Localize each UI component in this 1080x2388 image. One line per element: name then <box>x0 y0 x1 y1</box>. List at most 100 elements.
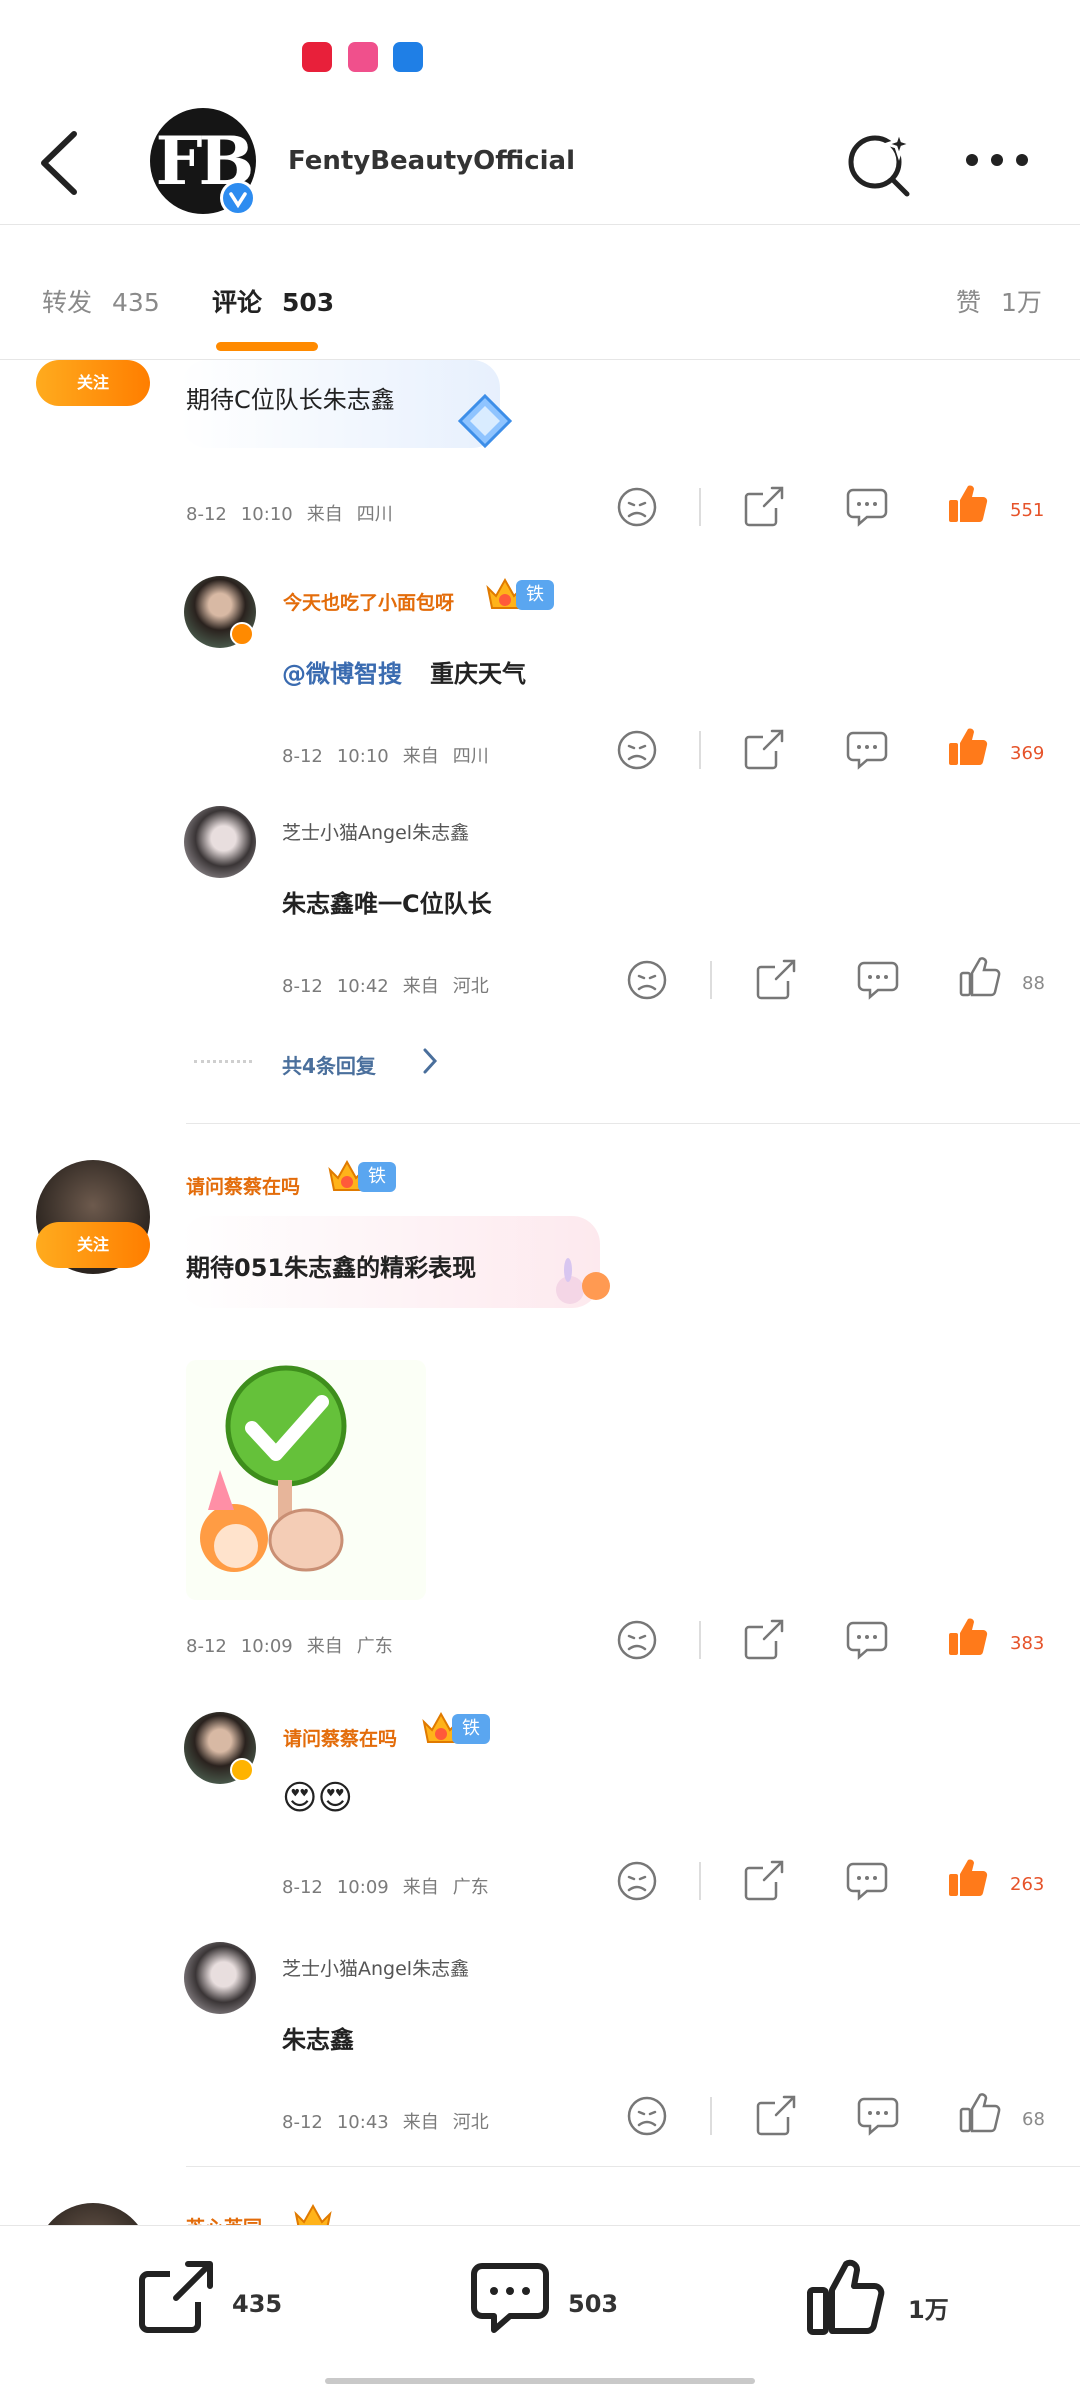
thumb-up-icon-active[interactable] <box>946 1856 990 1900</box>
fan-level-label: 铁粉5 <box>516 580 554 665</box>
comment-bubble-icon[interactable] <box>845 1858 889 1902</box>
tab-repost-label: 转发 <box>42 288 93 317</box>
reply-author-name[interactable]: 芝士小猫Angel朱志鑫 <box>282 1954 469 1981</box>
reply-author-name[interactable]: 请问蔡蔡在吗 <box>283 1724 397 1751</box>
dislike-face-icon[interactable] <box>616 1619 658 1661</box>
app-icon-red <box>302 42 332 72</box>
active-tab-indicator <box>216 342 318 351</box>
comment-bubble-icon[interactable] <box>856 2093 900 2137</box>
mention-link[interactable]: @微博智搜 <box>282 654 402 689</box>
comment-location: 广东 <box>356 1636 393 1657</box>
chevron-left-icon <box>41 131 77 195</box>
status-bar <box>0 0 1080 100</box>
comment-bubble-icon[interactable] <box>845 727 889 771</box>
sparkle-search-button[interactable] <box>845 126 917 198</box>
comment-from-label: 来自 <box>306 504 343 525</box>
reply-location: 河北 <box>452 976 489 997</box>
share-icon[interactable] <box>754 2093 798 2137</box>
action-separator <box>699 1621 701 1659</box>
reply-date: 8-12 <box>282 976 323 997</box>
comment-text: 期待C位队长朱志鑫 <box>186 386 395 414</box>
share-icon[interactable] <box>742 1617 786 1661</box>
comment-button[interactable]: 503 <box>470 2258 620 2348</box>
action-separator <box>699 488 701 526</box>
fox-rabbit-sticker-icon <box>556 1258 610 1304</box>
tab-comment[interactable]: 评论 503 <box>212 283 334 319</box>
like-button[interactable]: 1万 <box>806 2258 956 2348</box>
reply-time: 10:09 <box>336 1877 389 1898</box>
app-icon-blue <box>393 42 423 72</box>
avatar[interactable] <box>184 1942 256 2014</box>
comment-author-name[interactable]: 请问蔡蔡在吗 <box>186 1172 300 1199</box>
home-indicator[interactable] <box>325 2378 755 2384</box>
reply-text: 朱志鑫唯一C位队长 <box>282 890 492 918</box>
avatar[interactable] <box>184 806 256 878</box>
reply-text: 朱志鑫 <box>282 2026 354 2054</box>
comment-bubble-icon[interactable] <box>845 484 889 528</box>
action-separator <box>710 2097 712 2135</box>
dotted-separator <box>194 1060 252 1063</box>
reply-meta: 8-12 10:10 来自 四川 <box>282 742 503 768</box>
share-icon[interactable] <box>754 957 798 1001</box>
reply-date: 8-12 <box>282 2112 323 2133</box>
repost-button[interactable]: 435 <box>136 2258 282 2348</box>
bottom-action-bar: 435 503 1万 <box>0 2225 1080 2388</box>
dislike-face-icon[interactable] <box>626 2095 668 2137</box>
comment-divider <box>186 1123 1080 1124</box>
thumb-up-icon[interactable] <box>958 955 1002 999</box>
like-count: 88 <box>1022 973 1045 994</box>
share-icon[interactable] <box>742 1858 786 1902</box>
dislike-face-icon[interactable] <box>616 1860 658 1902</box>
reply-date: 8-12 <box>282 746 323 767</box>
comment-bubble-icon[interactable] <box>845 1617 889 1661</box>
dislike-face-icon[interactable] <box>616 729 658 771</box>
avatar[interactable] <box>36 2203 150 2225</box>
app-icon-pink <box>348 42 378 72</box>
back-button[interactable] <box>30 128 90 198</box>
tab-repost-count: 435 <box>112 288 160 317</box>
reply-date: 8-12 <box>282 1877 323 1898</box>
header: FB FentyBeautyOfficial <box>0 100 1080 225</box>
reply-author-name[interactable]: 芝士小猫Angel朱志鑫 <box>282 818 469 845</box>
tab-repost[interactable]: 转发 435 <box>42 283 160 319</box>
account-name[interactable]: FentyBeautyOfficial <box>288 146 575 176</box>
thumb-up-icon[interactable] <box>958 2091 1002 2135</box>
comment-location: 四川 <box>356 504 393 525</box>
follow-button[interactable]: 关注 <box>36 360 150 406</box>
tab-bar: 转发 435 评论 503 赞 1万 <box>0 225 1080 360</box>
verified-badge-icon <box>220 180 256 216</box>
diamond-sticker-icon <box>457 393 513 449</box>
reply-from-label: 来自 <box>402 2112 439 2133</box>
reply-time: 10:10 <box>336 746 389 767</box>
share-icon <box>139 2261 213 2333</box>
reply-text: 重庆天气 <box>430 660 526 688</box>
more-button[interactable] <box>962 145 1032 175</box>
reply-time: 10:42 <box>336 976 389 997</box>
chevron-right-icon <box>423 1048 438 1074</box>
thumb-up-icon-active[interactable] <box>946 1615 990 1659</box>
verified-badge-icon <box>230 622 254 646</box>
thumb-up-icon-active[interactable] <box>946 482 990 526</box>
comment-date: 8-12 <box>186 1636 227 1657</box>
reply-author-name[interactable]: 今天也吃了小面包呀 <box>283 588 454 615</box>
comment-feed[interactable]: 关注 期待C位队长朱志鑫 8-12 10:10 来自 四川 551 今天也吃了小面包呀… <box>0 360 1080 2225</box>
comment-author-name[interactable]: 芝心芙园 <box>186 2213 262 2225</box>
dislike-face-icon[interactable] <box>626 959 668 1001</box>
comment-bubble-icon[interactable] <box>856 957 900 1001</box>
comment-divider <box>186 2166 1080 2167</box>
reply-text: 😍😍 <box>282 1778 353 1818</box>
tab-comment-label: 评论 <box>212 288 263 317</box>
share-icon[interactable] <box>742 484 786 528</box>
thumb-up-icon-active[interactable] <box>946 725 990 769</box>
check-sign-cartoon-sticker[interactable] <box>186 1360 426 1600</box>
tab-like-label: 赞 <box>956 288 982 317</box>
action-separator <box>699 1862 701 1900</box>
share-icon[interactable] <box>742 727 786 771</box>
follow-button[interactable]: 关注 <box>36 1222 150 1268</box>
reply-location: 四川 <box>452 746 489 767</box>
more-replies-link[interactable]: 共4条回复 <box>282 1050 376 1079</box>
dislike-face-icon[interactable] <box>616 486 658 528</box>
tab-like[interactable]: 赞 1万 <box>956 283 1042 319</box>
comment-meta: 8-12 10:09 来自 广东 <box>186 1632 407 1658</box>
comment-time: 10:10 <box>240 504 293 525</box>
